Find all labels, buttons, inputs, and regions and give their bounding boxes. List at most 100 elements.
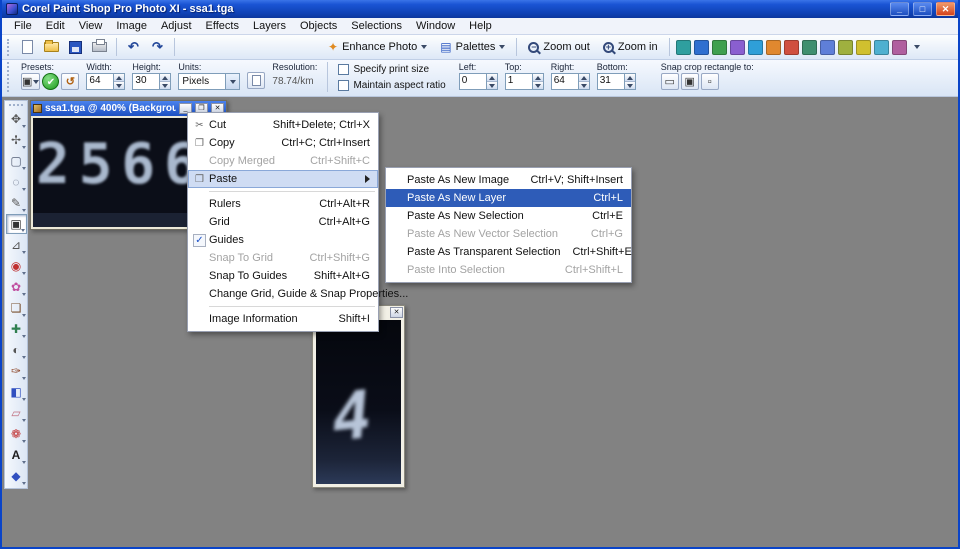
scratch-remover-tool[interactable]: ✚: [6, 319, 27, 339]
menu-item-paste-as-new-layer[interactable]: Paste As New Layer Ctrl+L: [386, 189, 631, 207]
menu-item-copy[interactable]: ❐ Copy Ctrl+C; Ctrl+Insert: [188, 134, 378, 152]
open-file-button[interactable]: [41, 37, 62, 58]
menu-image[interactable]: Image: [109, 19, 154, 33]
menu-adjust[interactable]: Adjust: [154, 19, 199, 33]
snap-merged-opaque-button[interactable]: ▫: [701, 73, 719, 90]
menu-selections[interactable]: Selections: [344, 19, 409, 33]
color-changer-tool[interactable]: ◧: [6, 382, 27, 402]
overview-palette-icon[interactable]: [766, 40, 781, 55]
menu-item-grid[interactable]: Grid Ctrl+Alt+G: [188, 213, 378, 231]
top-spinner[interactable]: [532, 74, 543, 89]
width-spinner[interactable]: [113, 74, 124, 89]
print-button[interactable]: [89, 37, 110, 58]
menu-item-paste[interactable]: ❒ Paste: [188, 170, 378, 188]
right-spinner[interactable]: [578, 74, 589, 89]
apply-button[interactable]: ✔: [42, 73, 59, 90]
snap-current-selection-button[interactable]: ▭: [661, 73, 679, 90]
menu-item-copy-merged[interactable]: Copy Merged Ctrl+Shift+C: [188, 152, 378, 170]
browser-palette-icon[interactable]: [694, 40, 709, 55]
menu-item-image-information[interactable]: Image Information Shift+I: [188, 310, 378, 328]
chevron-down-icon[interactable]: [225, 74, 239, 89]
left-input[interactable]: 0: [459, 73, 498, 90]
menu-view[interactable]: View: [72, 19, 110, 33]
learning-center-palette-icon[interactable]: [676, 40, 691, 55]
save-button[interactable]: [65, 37, 86, 58]
maintain-aspect-ratio-option[interactable]: Maintain aspect ratio: [338, 78, 445, 93]
picture-tube-tool[interactable]: ❁: [6, 424, 27, 444]
info-palette-icon[interactable]: [892, 40, 907, 55]
height-input[interactable]: 30: [132, 73, 171, 90]
minimize-button[interactable]: _: [890, 2, 909, 16]
menu-edit[interactable]: Edit: [39, 19, 72, 33]
palettes-button[interactable]: ▤ Palettes: [435, 38, 510, 56]
snap-palette-icon[interactable]: [856, 40, 871, 55]
materials-palette-icon[interactable]: [712, 40, 727, 55]
paint-brush-tool[interactable]: ✑: [6, 361, 27, 381]
width-input[interactable]: 64: [86, 73, 125, 90]
reset-button[interactable]: ↺: [61, 73, 79, 90]
freehand-selection-tool[interactable]: ◌: [6, 172, 27, 192]
menu-item-change-grid-guide-snap-properties[interactable]: Change Grid, Guide & Snap Properties...: [188, 285, 378, 303]
redo-button[interactable]: ↷: [147, 37, 168, 58]
straighten-tool[interactable]: ⊿: [6, 235, 27, 255]
toolbar-overflow-arrow[interactable]: [914, 45, 920, 49]
crop-tool[interactable]: ▣: [6, 214, 27, 234]
menu-item-paste-into-selection[interactable]: Paste Into Selection Ctrl+Shift+L: [386, 261, 631, 279]
clone-brush-tool[interactable]: ❏: [6, 298, 27, 318]
presets-dropdown[interactable]: ▣: [21, 73, 40, 90]
menu-effects[interactable]: Effects: [199, 19, 246, 33]
eraser-tool[interactable]: ▱: [6, 403, 27, 423]
menu-file[interactable]: File: [7, 19, 39, 33]
layers-palette-icon[interactable]: [730, 40, 745, 55]
makeover-tool[interactable]: ✿: [6, 277, 27, 297]
close-button[interactable]: ✕: [936, 2, 955, 16]
histogram-palette-icon[interactable]: [748, 40, 763, 55]
specify-print-size-checkbox[interactable]: [338, 64, 349, 75]
new-file-button[interactable]: [17, 37, 38, 58]
floating-image-window[interactable]: ✕ 4: [312, 305, 405, 488]
text-tool[interactable]: A: [6, 445, 27, 465]
menu-item-rulers[interactable]: Rulers Ctrl+Alt+R: [188, 195, 378, 213]
move-tool[interactable]: ✢: [6, 130, 27, 150]
menu-item-paste-as-new-image[interactable]: Paste As New Image Ctrl+V; Shift+Insert: [386, 171, 631, 189]
menu-item-paste-as-new-selection[interactable]: Paste As New Selection Ctrl+E: [386, 207, 631, 225]
organizer-palette-icon[interactable]: [802, 40, 817, 55]
print-size-button[interactable]: [247, 72, 265, 89]
enhance-photo-button[interactable]: ✦ Enhance Photo: [323, 38, 432, 56]
units-select[interactable]: Pixels: [178, 73, 240, 90]
maintain-aspect-ratio-checkbox[interactable]: [338, 80, 349, 91]
undo-button[interactable]: ↶: [123, 37, 144, 58]
top-input[interactable]: 1: [505, 73, 544, 90]
height-spinner[interactable]: [159, 74, 170, 89]
zoom-out-button[interactable]: − Zoom out: [523, 39, 594, 55]
mixer-palette-icon[interactable]: [838, 40, 853, 55]
dodge-tool[interactable]: ◐: [6, 340, 27, 360]
maximize-button[interactable]: □: [913, 2, 932, 16]
toolbar-grip[interactable]: [7, 39, 10, 56]
script-output-palette-icon[interactable]: [820, 40, 835, 55]
floating-image-canvas[interactable]: 4: [316, 320, 401, 484]
effects-palette-icon[interactable]: [874, 40, 889, 55]
menu-item-cut[interactable]: ✂ Cut Shift+Delete; Ctrl+X: [188, 116, 378, 134]
menu-layers[interactable]: Layers: [246, 19, 293, 33]
menu-help[interactable]: Help: [462, 19, 499, 33]
preset-shape-tool[interactable]: ◆: [6, 466, 27, 486]
floating-window-close-button[interactable]: ✕: [390, 307, 403, 318]
menu-item-paste-as-transparent-selection[interactable]: Paste As Transparent Selection Ctrl+Shif…: [386, 243, 631, 261]
bottom-input[interactable]: 31: [597, 73, 636, 90]
menu-item-snap-to-guides[interactable]: Snap To Guides Shift+Alt+G: [188, 267, 378, 285]
menu-objects[interactable]: Objects: [293, 19, 344, 33]
specify-print-size-option[interactable]: Specify print size: [338, 62, 445, 77]
zoom-in-button[interactable]: + Zoom in: [598, 39, 663, 55]
left-spinner[interactable]: [486, 74, 497, 89]
selection-tool[interactable]: ▢: [6, 151, 27, 171]
bottom-spinner[interactable]: [624, 74, 635, 89]
menu-item-paste-as-new-vector-selection[interactable]: Paste As New Vector Selection Ctrl+G: [386, 225, 631, 243]
menu-window[interactable]: Window: [409, 19, 462, 33]
menu-item-snap-to-grid[interactable]: Snap To Grid Ctrl+Shift+G: [188, 249, 378, 267]
dropper-tool[interactable]: ✎: [6, 193, 27, 213]
right-input[interactable]: 64: [551, 73, 590, 90]
tool-options-palette-icon[interactable]: [784, 40, 799, 55]
snap-layer-opaque-button[interactable]: ▣: [681, 73, 699, 90]
menu-item-guides[interactable]: ✓ Guides: [188, 231, 378, 249]
